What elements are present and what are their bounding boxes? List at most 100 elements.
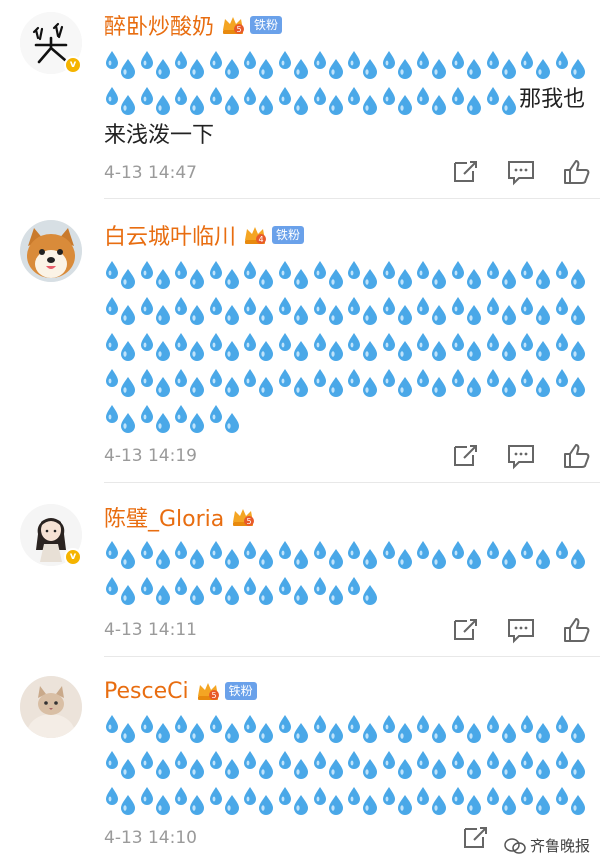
sweat-drops-icon [277, 46, 312, 82]
sweat-drops-icon [381, 364, 416, 400]
sweat-drops-icon [173, 710, 208, 746]
comment-icon[interactable] [506, 442, 536, 470]
sweat-drops-icon [139, 328, 174, 364]
sweat-drops-icon [242, 364, 277, 400]
sweat-drops-icon [381, 46, 416, 82]
username[interactable]: 醉卧炒酸奶 [104, 9, 214, 41]
sweat-drops-icon [415, 82, 450, 118]
sweat-drops-icon [415, 710, 450, 746]
sweat-drops-icon [173, 536, 208, 572]
sweat-drops-icon [208, 364, 243, 400]
emoji-group [104, 261, 588, 433]
sweat-drops-icon [485, 256, 520, 292]
sweat-drops-icon [242, 292, 277, 328]
sweat-drops-icon [450, 292, 485, 328]
like-icon[interactable] [562, 158, 592, 186]
comment-icon[interactable] [506, 158, 536, 186]
shiba-dog-icon [20, 220, 82, 282]
like-icon[interactable] [562, 442, 592, 470]
sweat-drops-icon [346, 82, 381, 118]
sweat-drops-icon [485, 536, 520, 572]
comment-body [104, 536, 594, 608]
sweat-drops-icon [312, 746, 347, 782]
sweat-drops-icon [312, 256, 347, 292]
repost-icon[interactable] [450, 442, 480, 470]
sweat-drops-icon [381, 256, 416, 292]
verified-icon: v [64, 56, 82, 74]
comment-body [104, 710, 594, 818]
sweat-drops-icon [104, 572, 139, 608]
sweat-drops-icon [277, 710, 312, 746]
repost-icon[interactable] [460, 824, 490, 852]
sweat-drops-icon [485, 292, 520, 328]
sweat-drops-icon [173, 256, 208, 292]
comment-body: 那我也来浅泼一下 [104, 46, 594, 154]
sweat-drops-icon [242, 46, 277, 82]
sweat-drops-icon [519, 746, 554, 782]
sweat-drops-icon [104, 292, 139, 328]
sweat-drops-icon [519, 782, 554, 818]
sweat-drops-icon [104, 364, 139, 400]
wechat-icon [504, 837, 526, 854]
sweat-drops-icon [450, 364, 485, 400]
cat-blanket-icon [20, 676, 82, 738]
sweat-drops-icon [519, 710, 554, 746]
sweat-drops-icon [415, 256, 450, 292]
crown-badge-icon: 4 [242, 224, 268, 246]
sweat-drops-icon [139, 572, 174, 608]
repost-icon[interactable] [450, 616, 480, 644]
username[interactable]: PesceCi [104, 679, 189, 704]
sweat-drops-icon [104, 46, 139, 82]
sweat-drops-icon [312, 82, 347, 118]
sweat-drops-icon [519, 536, 554, 572]
sweat-drops-icon [139, 536, 174, 572]
sweat-drops-icon [173, 364, 208, 400]
sweat-drops-icon [415, 292, 450, 328]
sweat-drops-icon [277, 256, 312, 292]
sweat-drops-icon [381, 746, 416, 782]
sweat-drops-icon [312, 782, 347, 818]
sweat-drops-icon [242, 782, 277, 818]
comment-icon[interactable] [506, 616, 536, 644]
emoji-group [104, 715, 588, 815]
comment-item: v 醉卧炒酸奶 5 铁粉 那我也来浅泼一下 4-13 14:47 [0, 0, 600, 200]
sweat-drops-icon [485, 82, 520, 118]
sweat-drops-icon [346, 536, 381, 572]
sweat-drops-icon [450, 746, 485, 782]
sweat-drops-icon [312, 536, 347, 572]
divider [104, 198, 600, 199]
sweat-drops-icon [519, 364, 554, 400]
repost-icon[interactable] [450, 158, 480, 186]
sweat-drops-icon [104, 536, 139, 572]
timestamp: 4-13 14:10 [104, 828, 197, 848]
sweat-drops-icon [485, 710, 520, 746]
emoji-group [104, 51, 588, 115]
like-icon[interactable] [562, 616, 592, 644]
sweat-drops-icon [381, 328, 416, 364]
sweat-drops-icon [208, 746, 243, 782]
sweat-drops-icon [485, 46, 520, 82]
emoji-group [104, 541, 588, 605]
sweat-drops-icon [173, 82, 208, 118]
sweat-drops-icon [173, 400, 208, 436]
watermark-text: 齐鲁晚报 [529, 837, 590, 855]
sweat-drops-icon [173, 46, 208, 82]
sweat-drops-icon [277, 364, 312, 400]
sweat-drops-icon [104, 710, 139, 746]
sweat-drops-icon [312, 328, 347, 364]
username[interactable]: 陈璧_Gloria [104, 501, 224, 533]
sweat-drops-icon [519, 328, 554, 364]
username[interactable]: 白云城叶临川 [104, 219, 236, 251]
sweat-drops-icon [450, 536, 485, 572]
sweat-drops-icon [415, 782, 450, 818]
timestamp: 4-13 14:19 [104, 446, 197, 466]
avatar[interactable] [20, 220, 82, 282]
divider [104, 656, 600, 657]
timestamp: 4-13 14:47 [104, 163, 197, 183]
avatar[interactable] [20, 676, 82, 738]
sweat-drops-icon [242, 572, 277, 608]
sweat-drops-icon [208, 710, 243, 746]
sweat-drops-icon [139, 710, 174, 746]
sweat-drops-icon [519, 256, 554, 292]
sweat-drops-icon [242, 82, 277, 118]
